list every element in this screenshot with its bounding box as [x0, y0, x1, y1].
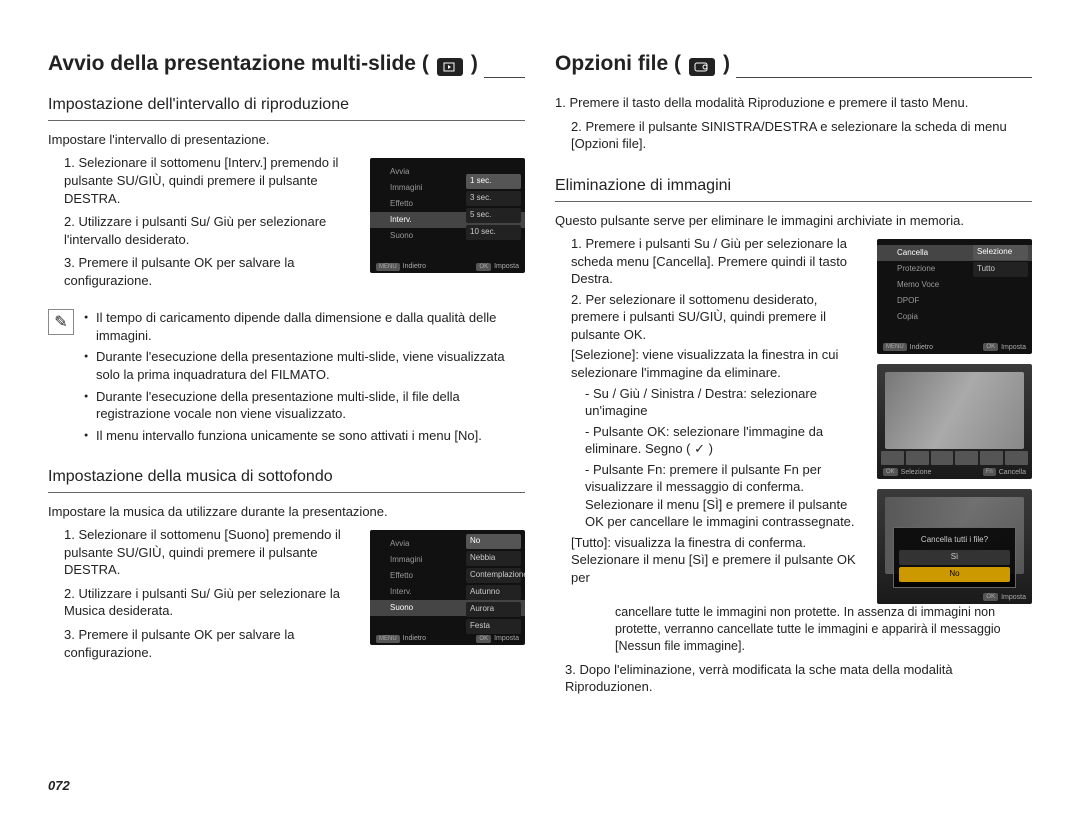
step: - Su / Giù / Sinistra / Destra: selezion… [555, 385, 867, 420]
heading-interval: Impostazione dell'intervallo di riproduz… [48, 94, 525, 116]
title-end: ) [471, 50, 478, 78]
step: 2. Utilizzare i pulsanti Su/ Giù per sel… [48, 585, 360, 620]
lcd-interval: Avvia Immagini Effetto Interv. Suono 1 s… [370, 158, 525, 273]
lcd-delete-confirm: Cancella tutti i file? Sì No OKImposta [877, 489, 1032, 604]
heading-delete: Eliminazione di immagini [555, 175, 1032, 197]
step: 1. Selezionare il sottomenu [Interv.] pr… [48, 154, 360, 207]
title-end: ) [723, 50, 730, 78]
file-options-icon [689, 58, 715, 76]
intro-delete: Questo pulsante serve per eliminare le i… [555, 212, 1032, 230]
step: 2. Per selezionare il sottomenu desidera… [555, 291, 867, 344]
title-text: Avvio della presentazione multi-slide ( [48, 50, 429, 78]
note-block: ✎ Il tempo di caricamento dipende dalla … [48, 309, 525, 448]
note-item: Durante l'esecuzione della presentazione… [84, 348, 525, 383]
step: 1. Selezionare il sottomenu [Suono] prem… [48, 526, 360, 579]
note-item: Il menu intervallo funziona unicamente s… [84, 427, 525, 445]
step: - Pulsante Fn: premere il pulsante Fn pe… [555, 461, 867, 531]
intro-step: 2. Premere il pulsante SINISTRA/DESTRA e… [555, 118, 1032, 153]
title-text: Opzioni file ( [555, 50, 681, 78]
note-item: Durante l'esecuzione della presentazione… [84, 388, 525, 423]
step: 3. Premere il pulsante OK per salvare la… [48, 254, 360, 289]
step: 1. Premere i pulsanti Su / Giù per selez… [555, 235, 867, 288]
heading-music: Impostazione della musica di sottofondo [48, 466, 525, 488]
section-title-left: Avvio della presentazione multi-slide ( … [48, 50, 525, 78]
intro-music: Impostare la musica da utilizzare durant… [48, 503, 525, 521]
page-number: 072 [48, 777, 70, 795]
step: 2. Utilizzare i pulsanti Su/ Giù per sel… [48, 213, 360, 248]
lcd-delete-menu: Cancella Protezione Memo Voce DPOF Copia… [877, 239, 1032, 354]
step: - Pulsante OK: selezionare l'immagine da… [555, 423, 867, 458]
intro-interval: Impostare l'intervallo di presentazione. [48, 131, 525, 149]
step3: 3. Dopo l'eliminazione, verrà modificata… [555, 661, 1032, 696]
step: [Tutto]: visualizza la finestra di confe… [555, 534, 867, 587]
step: 3. Premere il pulsante OK per salvare la… [48, 626, 360, 661]
note-item: Il tempo di caricamento dipende dalla di… [84, 309, 525, 344]
lcd-music: Avvia Immagini Effetto Interv. Suono No … [370, 530, 525, 645]
intro-step: 1. Premere il tasto della modalità Ripro… [555, 94, 1032, 112]
lcd-delete-select: OKSelezione FnCancella [877, 364, 1032, 479]
section-title-right: Opzioni file ( ) [555, 50, 1032, 78]
note-icon: ✎ [48, 309, 74, 335]
tail-text: cancellare tutte le immagini non protett… [555, 604, 1032, 655]
step: [Selezione]: viene visualizzata la fines… [555, 346, 867, 381]
slideshow-icon [437, 58, 463, 76]
